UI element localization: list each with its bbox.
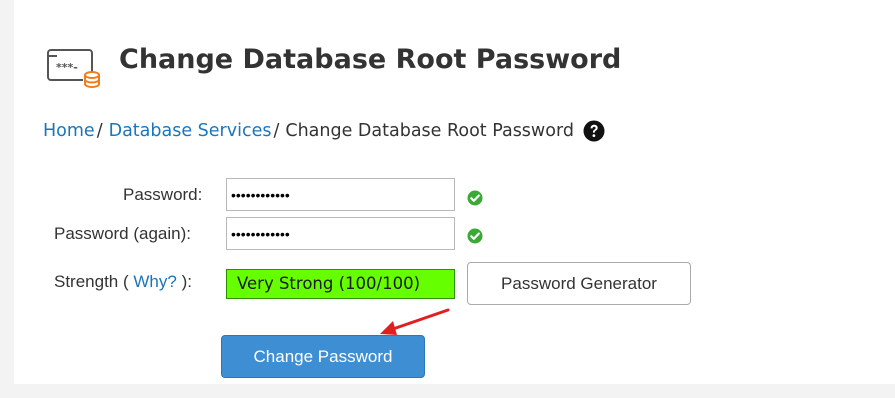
breadcrumb-database-services-link[interactable]: Database Services: [109, 118, 272, 144]
breadcrumb-separator: /: [96, 121, 103, 141]
breadcrumb-current: Change Database Root Password: [285, 121, 574, 141]
annotation-arrow-icon: [380, 308, 450, 335]
breadcrumb-home-link[interactable]: Home: [43, 118, 95, 144]
breadcrumb-separator: /: [273, 121, 280, 141]
page-title: Change Database Root Password: [119, 44, 622, 75]
change-password-button[interactable]: Change Password: [221, 335, 425, 378]
password-label: Password:: [123, 185, 203, 204]
password-again-input[interactable]: [226, 217, 455, 250]
strength-prefix: Strength (: [54, 272, 129, 291]
question-circle-icon[interactable]: [583, 120, 605, 142]
breadcrumb: Home / Database Services / Change Databa…: [43, 118, 605, 144]
strength-meter: Very Strong (100/100): [226, 269, 455, 299]
password-again-label: Password (again):: [54, 224, 192, 243]
why-link[interactable]: Why?: [133, 272, 176, 291]
password-input[interactable]: [226, 178, 455, 211]
database-password-icon: ***-: [47, 49, 101, 88]
check-circle-icon: [467, 190, 483, 206]
strength-suffix: ):: [181, 272, 192, 291]
strength-label: Strength ( Why? ):: [54, 272, 192, 292]
password-generator-button[interactable]: Password Generator: [467, 262, 691, 305]
svg-text:***-: ***-: [56, 61, 78, 74]
check-circle-icon: [467, 228, 483, 244]
